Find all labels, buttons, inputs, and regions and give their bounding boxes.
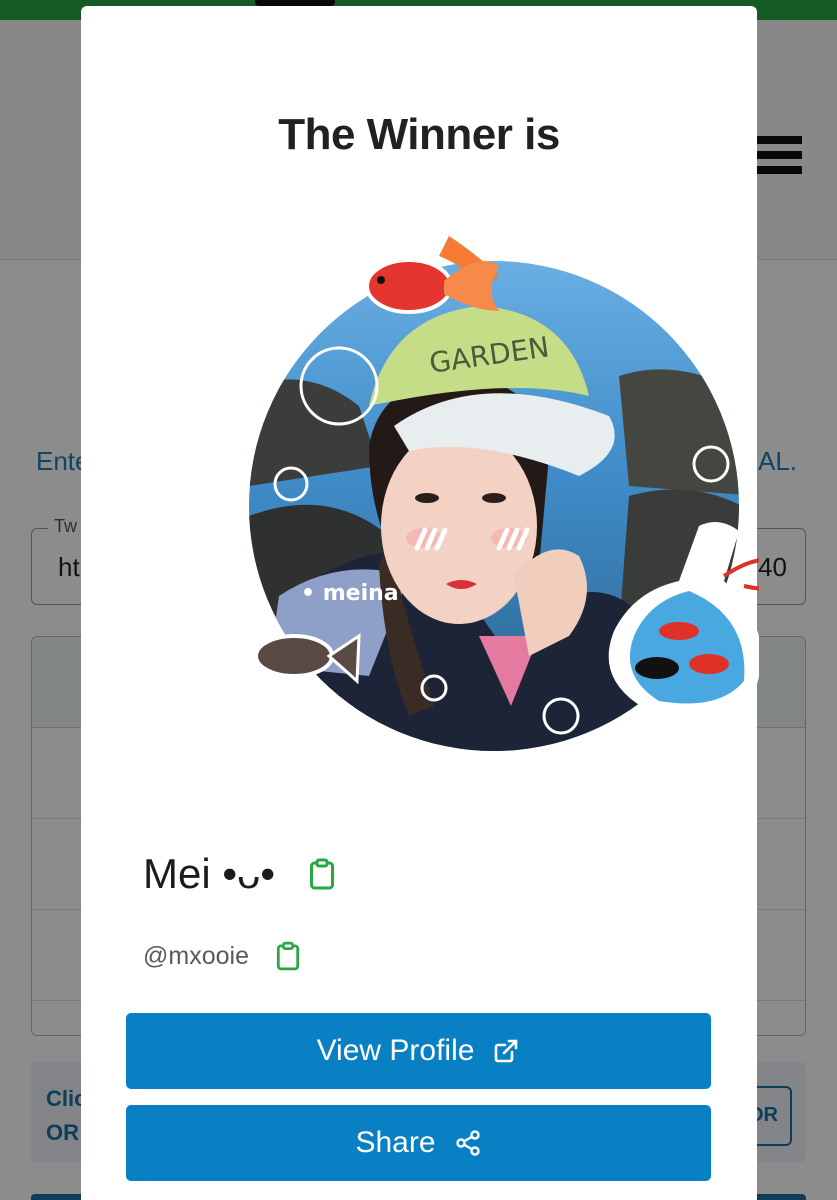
view-profile-label: View Profile bbox=[316, 1034, 475, 1067]
copy-name-button[interactable] bbox=[305, 854, 339, 894]
share-label: Share bbox=[355, 1126, 436, 1159]
modal-title: The Winner is bbox=[278, 110, 560, 159]
winner-name: Mei •ᴗ• bbox=[143, 850, 276, 897]
view-profile-button[interactable]: View Profile bbox=[126, 1013, 711, 1089]
share-button[interactable]: Share bbox=[126, 1105, 711, 1181]
winner-handle: @mxooie bbox=[143, 941, 249, 970]
winner-modal: The Winner is GARDEN • meina Mei •ᴗ• @mx… bbox=[81, 6, 759, 1200]
goldfish-sticker bbox=[365, 236, 499, 314]
avatar-caption: • meina bbox=[301, 581, 399, 606]
clipboard-icon bbox=[276, 941, 300, 971]
winner-avatar: GARDEN • meina bbox=[249, 236, 759, 751]
clipboard-icon bbox=[310, 858, 335, 890]
share-icon bbox=[454, 1129, 482, 1157]
external-link-icon bbox=[492, 1037, 520, 1065]
winner-handle-row: @mxooie bbox=[143, 934, 305, 978]
copy-handle-button[interactable] bbox=[271, 936, 305, 976]
winner-name-row: Mei •ᴗ• bbox=[143, 846, 339, 902]
